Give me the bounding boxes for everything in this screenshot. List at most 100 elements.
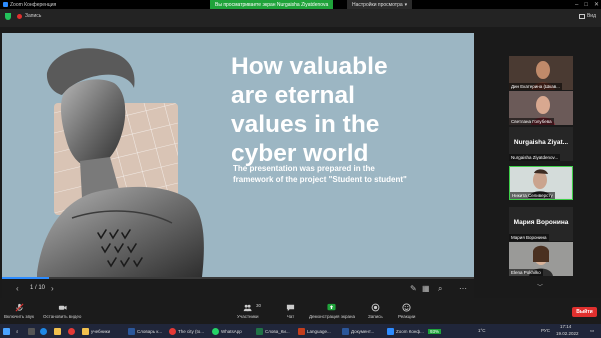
recording-label: Запись: [25, 13, 42, 19]
record-button[interactable]: Запись: [368, 303, 383, 319]
edge-taskbar-button[interactable]: [40, 326, 47, 336]
explorer-taskbar-button[interactable]: [54, 326, 61, 336]
battery-indicator[interactable]: 93%: [428, 326, 442, 336]
taskview-button[interactable]: [28, 326, 35, 336]
participant-name: Дин Екатерина (Шкав...: [509, 83, 562, 90]
task-view-icon: [28, 327, 35, 335]
search-taskbar-button[interactable]: ⌕: [16, 326, 19, 336]
participant-tile-5[interactable]: Мария Воронина Мария Воронина: [509, 207, 573, 241]
browser-icon: [40, 327, 47, 335]
participant-tile-3[interactable]: Nurgaisha Ziyat... Nurgaisha Ziyatdenov.…: [509, 127, 573, 161]
input-language[interactable]: РУС: [541, 328, 550, 333]
leave-button[interactable]: Выйти: [572, 307, 597, 317]
taskbar-item-label: учебники: [91, 328, 111, 334]
participant-name: Мария Воронина: [509, 234, 549, 241]
battery-percent: 93%: [428, 328, 442, 334]
participants-count: 30: [256, 303, 262, 308]
meeting-toolbar: [0, 298, 601, 324]
stop-video-label: Остановить видео: [43, 314, 82, 319]
taskbar-item-whatsapp[interactable]: WhatsApp: [212, 326, 242, 336]
minimize-icon[interactable]: –: [575, 2, 578, 8]
stop-video-button[interactable]: Остановить видео: [43, 303, 81, 319]
notifications-icon[interactable]: ▭: [590, 328, 594, 334]
chevron-down-icon: ▾: [404, 1, 408, 8]
taskbar-item-dictionary[interactable]: Словарь к...: [128, 326, 162, 336]
zoom-logo-icon: [3, 2, 8, 7]
participant-display-name: Мария Воронина: [513, 219, 569, 226]
weather-temp[interactable]: 1°C: [478, 328, 486, 333]
participant-name: Светлана Голубева: [509, 118, 554, 125]
slide-page-number: 1 / 10: [30, 285, 46, 291]
whatsapp-icon: [212, 327, 219, 335]
video-camera-icon: [58, 305, 67, 310]
slide-progress-fill: [2, 277, 50, 279]
reactions-button[interactable]: Реакции: [398, 303, 415, 319]
app-title: Zoom Конференция: [0, 2, 56, 8]
more-options-icon[interactable]: ⋯: [459, 284, 467, 293]
reactions-label: Реакции: [398, 314, 416, 319]
share-screen-icon: [327, 303, 337, 311]
taskbar-item-label: Слова_Ки...: [265, 328, 290, 334]
folder-icon: [54, 327, 61, 335]
participant-display-name: Nurgaisha Ziyat...: [513, 139, 569, 146]
clock-time[interactable]: 17:14: [560, 324, 571, 329]
shared-slide: How valuable are eternal values in the c…: [2, 33, 474, 277]
chat-button[interactable]: Чат: [286, 303, 295, 319]
participant-video-1[interactable]: Дин Екатерина (Шкав...: [509, 56, 573, 90]
windows-logo-icon: [3, 327, 10, 335]
view-options-button[interactable]: Настройки просмотра ▾: [347, 0, 413, 9]
close-icon[interactable]: ✕: [594, 1, 599, 8]
participants-label: Участники: [237, 314, 259, 319]
participant-video-2[interactable]: Светлана Голубева: [509, 91, 573, 125]
taskbar-item-language[interactable]: Language...: [298, 326, 331, 336]
security-shield-icon[interactable]: [5, 13, 11, 20]
share-screen-label: Демонстрация экрана: [309, 314, 355, 319]
zoom-icon: [387, 327, 394, 335]
view-options-label: Настройки просмотра: [352, 1, 403, 8]
zoom-tool-icon[interactable]: ⌕: [438, 284, 442, 294]
pen-tool-icon[interactable]: ✎: [410, 284, 417, 293]
window-title: Zoom Конференция: [10, 1, 57, 8]
record-icon: [371, 303, 380, 312]
microphone-muted-icon: [15, 303, 23, 312]
grid-view-icon: [578, 13, 585, 19]
previous-slide-icon[interactable]: ‹: [16, 284, 19, 293]
scroll-down-icon[interactable]: ﹀: [537, 282, 543, 291]
participant-name: Nurgaisha Ziyatdenov...: [509, 154, 561, 161]
share-screen-button[interactable]: Демонстрация экрана: [309, 303, 355, 319]
participant-name: Elena Pokhilko: [509, 269, 543, 276]
taskbar-item-zoom[interactable]: Zoom Конф...: [387, 326, 424, 336]
taskbar-item-the-city[interactable]: The city (to...: [169, 326, 204, 336]
slide-progress-bar: [2, 277, 474, 279]
folder-icon: [82, 327, 89, 335]
taskbar-item-label: WhatsApp: [221, 328, 242, 334]
taskbar-item-textbooks[interactable]: учебники: [82, 326, 110, 336]
start-button[interactable]: [3, 326, 10, 336]
taskbar-item-label: Документ...: [351, 328, 375, 334]
clock-date[interactable]: 19.02.2022: [556, 331, 579, 336]
view-button[interactable]: Вид: [578, 13, 596, 19]
taskbar-item-document[interactable]: Документ...: [342, 326, 374, 336]
word-icon: [342, 327, 349, 335]
participant-video-6[interactable]: Elena Pokhilko: [509, 242, 573, 276]
search-icon: ⌕: [16, 328, 19, 334]
participant-name: Никита Селиверсту: [510, 192, 555, 199]
view-label: Вид: [586, 13, 596, 19]
yandex-taskbar-button[interactable]: [68, 326, 75, 336]
maximize-icon[interactable]: □: [584, 2, 588, 8]
slide-subtitle: The presentation was prepared in the fra…: [233, 164, 407, 184]
chat-bubble-icon: [286, 304, 295, 312]
statue-bust-image: [37, 48, 204, 277]
next-slide-icon[interactable]: ›: [51, 284, 54, 293]
record-label: Запись: [368, 314, 383, 319]
smiley-icon: [402, 303, 411, 312]
slides-grid-icon[interactable]: ▦: [422, 284, 430, 293]
meeting-top-strip: [0, 9, 601, 27]
slide-title: How valuable are eternal values in the c…: [231, 53, 388, 167]
unmute-button[interactable]: Включить звук: [4, 303, 34, 319]
taskbar-item-label: The city (to...: [178, 328, 205, 334]
participant-video-4[interactable]: Никита Селиверсту: [509, 166, 573, 200]
excel-icon: [256, 327, 263, 335]
taskbar-item-label: Language...: [307, 328, 331, 334]
taskbar-item-excel[interactable]: Слова_Ки...: [256, 326, 290, 336]
